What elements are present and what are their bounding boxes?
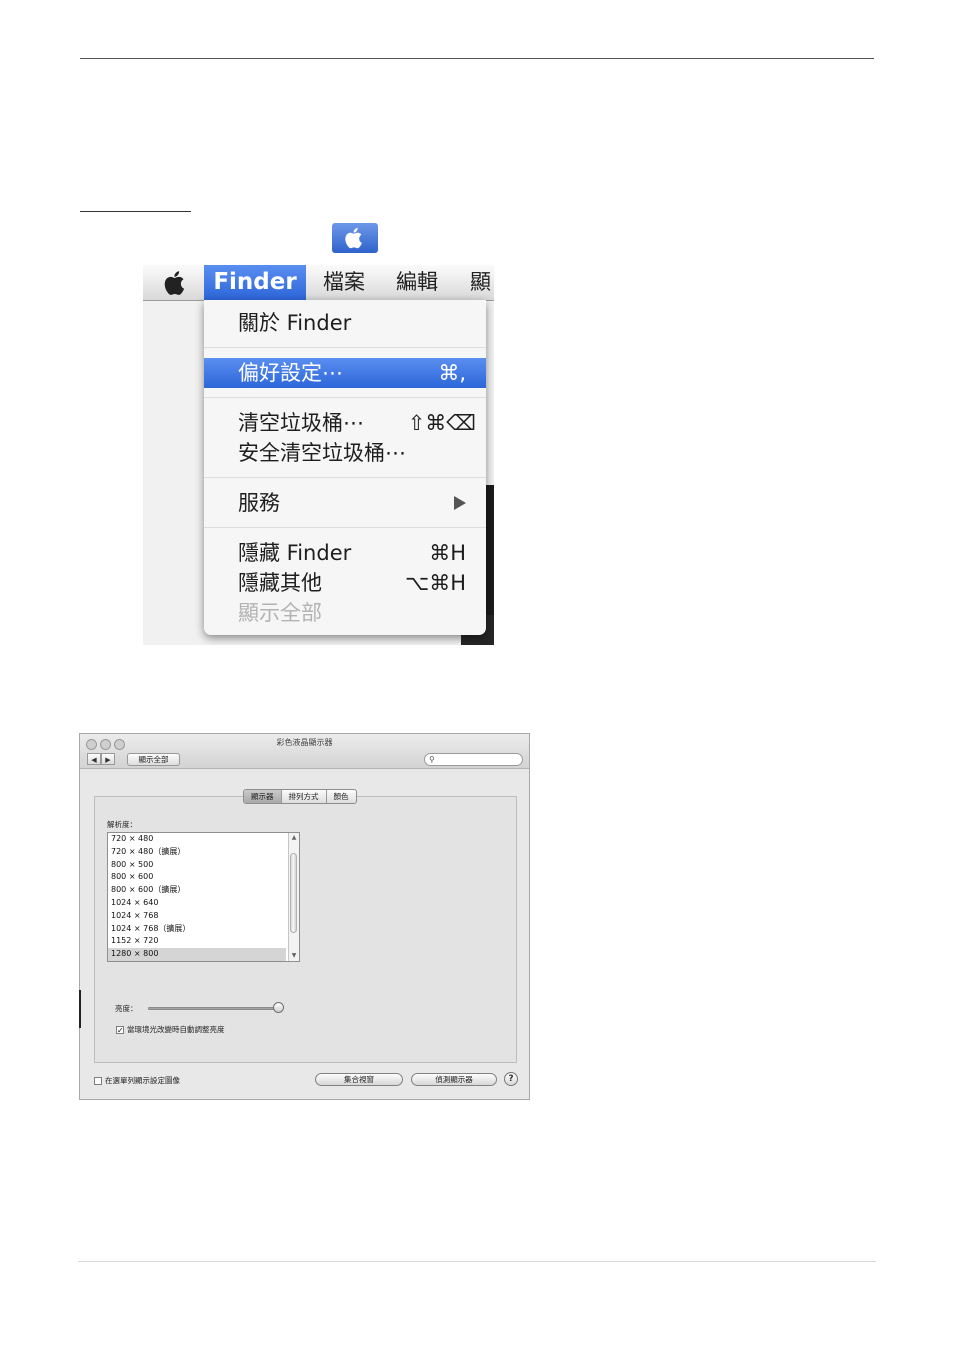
menubar-edit[interactable]: 編輯 (396, 265, 438, 300)
window-titlebar: 彩色液晶顯示器 ◀ ▶ 顯示全部 ⚲ (80, 734, 529, 769)
list-item[interactable]: 800 × 500 (108, 859, 286, 872)
show-all-button[interactable]: 顯示全部 (127, 753, 180, 766)
menu-separator (204, 397, 486, 398)
brightness-label: 亮度： (115, 1004, 138, 1013)
finder-dropdown-menu: 關於 Finder 偏好設定⋯ ⌘, 清空垃圾桶⋯ ⇧⌘⌫ 安全清空垃圾桶⋯ 服… (204, 300, 486, 635)
auto-brightness-checkbox[interactable]: ✓ (116, 1025, 124, 1034)
menu-item-shortcut: ⌘H (429, 541, 466, 565)
scroll-down-icon[interactable]: ▼ (289, 952, 299, 960)
show-in-menubar-checkbox[interactable] (94, 1076, 102, 1085)
display-preferences-window: 彩色液晶顯示器 ◀ ▶ 顯示全部 ⚲ 顯示器 排列方式 顏色 解析度： 720 … (79, 733, 530, 1100)
scroll-up-icon[interactable]: ▲ (289, 834, 299, 842)
list-item[interactable]: 1024 × 768 (108, 910, 286, 923)
menu-item-label: 偏好設定⋯ (238, 361, 343, 385)
menu-item-about[interactable]: 關於 Finder (204, 308, 486, 338)
show-in-menubar-label: 在選單列顯示設定圖像 (105, 1076, 180, 1085)
list-scrollbar[interactable]: ▲ ▼ (288, 833, 299, 961)
menubar-finder[interactable]: Finder (204, 265, 306, 300)
window-edge-shadow (79, 990, 81, 1028)
menu-item-label: 隱藏 Finder (238, 541, 352, 565)
forward-button[interactable]: ▶ (101, 753, 115, 765)
menu-item-services[interactable]: 服務 (204, 488, 486, 518)
menubar-view[interactable]: 顯 (470, 265, 491, 300)
menu-item-label: 顯示全部 (238, 601, 322, 625)
list-item[interactable]: 720 × 480（擴展） (108, 846, 286, 859)
top-rule (80, 58, 874, 59)
tab-arrangement[interactable]: 排列方式 (282, 790, 327, 803)
menu-item-label: 關於 Finder (238, 311, 352, 335)
auto-brightness-label: 當環境光改變時自動調整亮度 (127, 1025, 225, 1034)
apple-menu-icon[interactable] (163, 269, 189, 297)
heading-underline (80, 211, 191, 212)
menu-separator (204, 347, 486, 348)
menu-item-shortcut: ⇧⌘⌫ (407, 411, 476, 435)
tab-display[interactable]: 顯示器 (244, 790, 282, 803)
submenu-arrow-icon (454, 496, 466, 510)
bottom-rule (78, 1261, 876, 1262)
menu-item-label: 隱藏其他 (238, 571, 322, 595)
list-item[interactable]: 800 × 600（擴展） (108, 884, 286, 897)
finder-menu-screenshot: Finder 檔案 編輯 顯 關於 Finder 偏好設定⋯ ⌘, 清空垃圾桶⋯… (143, 265, 494, 645)
menubar-file[interactable]: 檔案 (323, 265, 365, 300)
help-button[interactable]: ? (504, 1072, 518, 1086)
tab-bar: 顯示器 排列方式 顏色 (243, 789, 357, 804)
menu-item-label: 清空垃圾桶⋯ (238, 411, 364, 435)
menu-item-secure-empty-trash[interactable]: 安全清空垃圾桶⋯ (204, 438, 486, 468)
menu-item-shortcut: ⌘, (438, 361, 466, 385)
search-input[interactable] (439, 755, 519, 764)
list-item[interactable]: 1024 × 768（擴展） (108, 923, 286, 936)
list-item[interactable]: 1152 × 720 (108, 935, 286, 948)
search-field[interactable]: ⚲ (424, 753, 523, 766)
menu-item-show-all: 顯示全部 (204, 598, 486, 628)
menu-item-hide-others[interactable]: 隱藏其他 ⌥⌘H (204, 568, 486, 598)
list-item[interactable]: 720 × 480 (108, 833, 286, 846)
brightness-slider-track[interactable] (148, 1007, 278, 1010)
window-title: 彩色液晶顯示器 (276, 738, 333, 747)
menu-separator (204, 527, 486, 528)
resolution-list[interactable]: 720 × 480 720 × 480（擴展） 800 × 500 800 × … (107, 832, 300, 962)
menu-item-label: 安全清空垃圾桶⋯ (238, 441, 406, 465)
menu-bar: Finder 檔案 編輯 顯 (143, 265, 494, 301)
menu-item-hide-finder[interactable]: 隱藏 Finder ⌘H (204, 538, 486, 568)
list-item[interactable]: 800 × 600 (108, 871, 286, 884)
list-item[interactable]: 1024 × 640 (108, 897, 286, 910)
brightness-slider-knob[interactable] (272, 1002, 284, 1013)
resolution-label: 解析度： (107, 820, 137, 829)
back-button[interactable]: ◀ (87, 753, 101, 765)
apple-logo-icon (345, 227, 362, 249)
apple-menu-icon[interactable] (332, 223, 378, 253)
tab-color[interactable]: 顏色 (327, 790, 356, 803)
list-item-selected[interactable]: 1280 × 800 (108, 948, 286, 961)
scroll-thumb[interactable] (290, 853, 297, 933)
gather-windows-button[interactable]: 集合視窗 (315, 1073, 403, 1086)
detect-displays-button[interactable]: 偵測顯示器 (411, 1073, 497, 1086)
menu-item-shortcut: ⌥⌘H (405, 571, 466, 595)
menu-item-label: 服務 (238, 491, 280, 515)
auto-brightness-option[interactable]: ✓ 當環境光改變時自動調整亮度 (116, 1024, 225, 1035)
menu-item-preferences[interactable]: 偏好設定⋯ ⌘, (204, 358, 486, 388)
show-in-menubar-option[interactable]: 在選單列顯示設定圖像 (94, 1075, 180, 1086)
menu-item-empty-trash[interactable]: 清空垃圾桶⋯ ⇧⌘⌫ (204, 408, 486, 438)
menu-separator (204, 477, 486, 478)
search-icon: ⚲ (429, 755, 435, 764)
